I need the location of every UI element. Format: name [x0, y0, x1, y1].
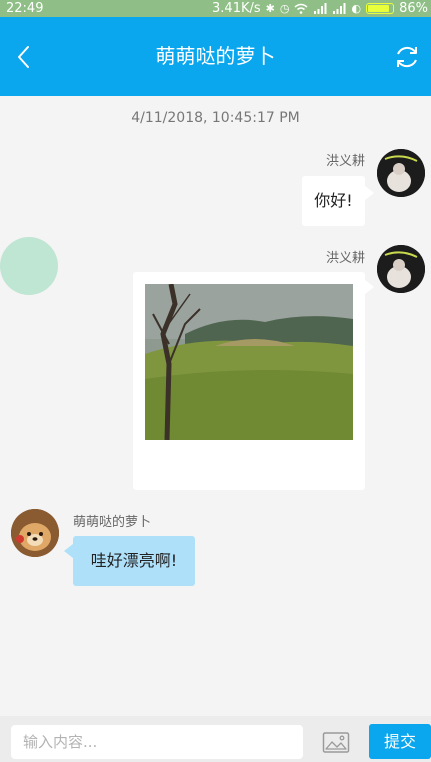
- avatar-image-icon: [377, 245, 425, 293]
- chat-timestamp: 4/11/2018, 10:45:17 PM: [131, 110, 300, 126]
- message-input[interactable]: [11, 725, 303, 759]
- wifi-icon: [295, 3, 308, 14]
- dog-avatar-icon: [11, 509, 59, 557]
- composer-bar: 提交: [0, 716, 431, 762]
- bubble-tail: [365, 186, 374, 200]
- signal-icon: [314, 3, 327, 14]
- message-bubble[interactable]: 哇好漂亮啊!: [73, 536, 195, 586]
- avatar[interactable]: [377, 149, 425, 197]
- photo-grass-field[interactable]: [145, 284, 353, 440]
- refresh-icon: [397, 46, 417, 68]
- avatar[interactable]: [377, 245, 425, 293]
- header-bar: 萌萌哒的萝卜: [0, 17, 431, 96]
- sender-name: 萌萌哒的萝卜: [73, 515, 152, 530]
- sender-name: 洪义耕: [325, 251, 365, 266]
- avatar-image-icon: [377, 149, 425, 197]
- bubble-tail: [64, 544, 73, 558]
- image-button[interactable]: [322, 730, 350, 756]
- bluetooth-icon: ✱: [265, 2, 275, 15]
- battery-icon: [366, 3, 395, 14]
- signal-icon: [333, 3, 346, 14]
- status-bar: 22:49 3.41K/s ✱ ◷ ◐ 86%: [0, 0, 431, 17]
- image-icon: [322, 732, 350, 753]
- submit-button[interactable]: 提交: [369, 724, 431, 759]
- data-saver-icon: ◐: [351, 2, 362, 15]
- network-speed: 3.41K/s: [212, 1, 261, 16]
- page-title: 萌萌哒的萝卜: [155, 44, 276, 68]
- alarm-icon: ◷: [279, 2, 290, 15]
- message-text: 你好!: [314, 191, 353, 210]
- floating-assistive-button[interactable]: [0, 237, 58, 295]
- back-button[interactable]: [8, 37, 42, 77]
- avatar[interactable]: [11, 509, 59, 557]
- message-bubble[interactable]: 你好!: [302, 176, 365, 226]
- image-message-bubble[interactable]: [133, 272, 365, 490]
- chevron-left-icon: [18, 46, 29, 68]
- status-time: 22:49: [6, 1, 44, 16]
- message-text: 哇好漂亮啊!: [90, 551, 178, 570]
- status-indicators: 3.41K/s ✱ ◷ ◐ 86%: [212, 0, 428, 17]
- battery-level: 86%: [399, 1, 428, 16]
- refresh-button[interactable]: [388, 37, 426, 77]
- bubble-tail: [365, 280, 374, 294]
- sender-name: 洪义耕: [325, 154, 365, 169]
